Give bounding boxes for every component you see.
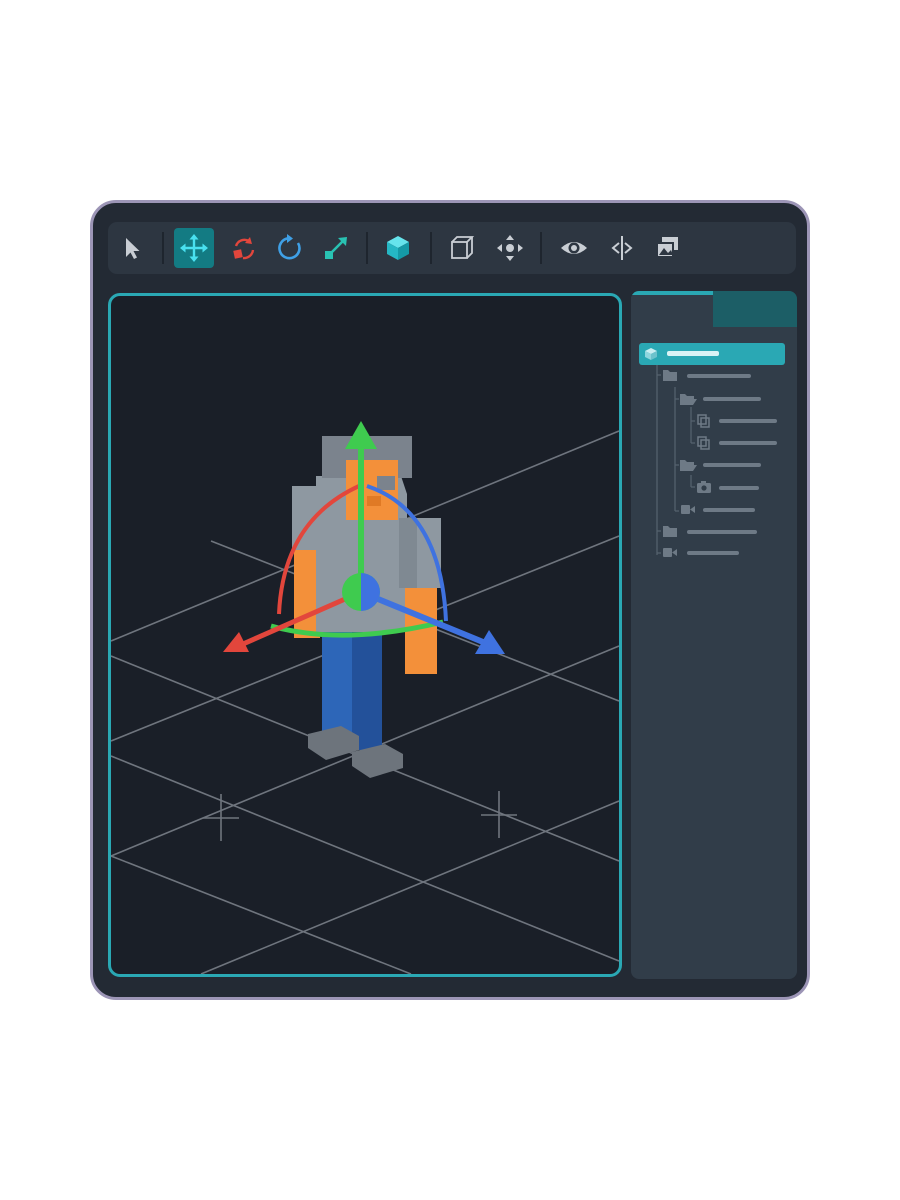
scene-tree-graphic	[639, 343, 785, 557]
outliner-tab-active[interactable]	[631, 291, 713, 327]
solid-cube-button[interactable]	[378, 228, 418, 268]
outliner-tab-inactive[interactable]	[713, 291, 797, 327]
refresh-rotate-icon	[278, 234, 301, 260]
select-cursor-icon	[126, 238, 140, 259]
scene-tree	[631, 341, 797, 571]
viewport-scene	[111, 421, 619, 974]
camera-icon	[697, 481, 711, 493]
cube-wireframe-icon	[451, 236, 475, 259]
tree-row-folder-open[interactable]	[680, 460, 761, 471]
pan-tool-button[interactable]	[490, 228, 530, 268]
refresh-tool-button[interactable]	[270, 228, 310, 268]
tree-row-video-camera[interactable]	[663, 548, 739, 557]
tree-row-camera[interactable]	[697, 481, 759, 493]
tree-row-folder[interactable]	[663, 526, 757, 537]
panel-tabs	[631, 291, 797, 327]
eye-icon	[561, 242, 587, 254]
3d-viewport[interactable]	[108, 293, 622, 977]
editor-window	[90, 200, 810, 1000]
tree-row-item[interactable]	[697, 414, 777, 428]
tree-row-folder[interactable]	[663, 370, 751, 381]
visibility-button[interactable]	[554, 228, 594, 268]
pan-dpad-icon	[497, 235, 523, 261]
scale-tool-button[interactable]	[316, 228, 356, 268]
mirror-tool-button[interactable]	[602, 228, 642, 268]
outliner-panel	[631, 291, 797, 979]
tree-row-folder-open[interactable]	[680, 394, 761, 405]
copy-icon	[697, 436, 710, 450]
move-tool-button[interactable]	[174, 228, 214, 268]
toolbar-separator	[366, 232, 368, 264]
toolbar-separator	[430, 232, 432, 264]
image-layers-button[interactable]	[648, 228, 688, 268]
tree-row-root[interactable]	[639, 343, 785, 365]
gizmo-y-arrowhead[interactable]	[345, 421, 377, 449]
cube-solid-icon	[387, 236, 409, 260]
toolbar-separator	[162, 232, 164, 264]
folder-open-icon	[680, 394, 697, 405]
select-tool-button[interactable]	[112, 228, 152, 268]
toolbar	[108, 222, 796, 274]
tree-row-video-camera[interactable]	[681, 505, 755, 514]
toolbar-separator	[540, 232, 542, 264]
image-layers-icon	[656, 237, 678, 258]
rotate-tool-button[interactable]	[224, 228, 264, 268]
move-arrows-icon	[180, 234, 208, 262]
scale-arrows-icon	[325, 237, 347, 259]
folder-icon	[663, 370, 677, 381]
video-camera-icon	[681, 505, 695, 514]
video-camera-icon	[663, 548, 677, 557]
tree-row-item[interactable]	[697, 436, 777, 450]
wireframe-cube-button[interactable]	[442, 228, 482, 268]
mirror-split-icon	[611, 236, 633, 260]
copy-icon	[697, 414, 710, 428]
folder-open-icon	[680, 460, 697, 471]
folder-icon	[663, 526, 677, 537]
rotate-arrows-icon	[233, 237, 255, 260]
